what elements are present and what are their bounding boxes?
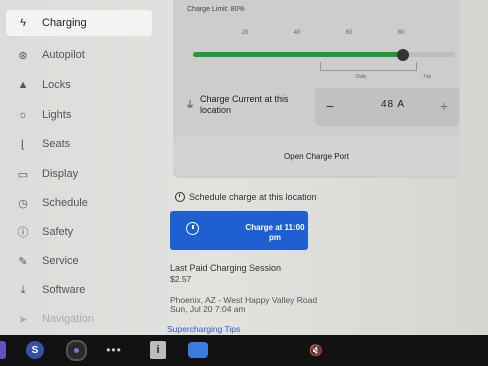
- charge-limit-slider[interactable]: [193, 52, 455, 57]
- navigation-arrow-icon: ➤: [18, 313, 28, 326]
- charge-current-row: ⏚ Charge Current at this location − 48 A…: [183, 88, 459, 130]
- sidebar-item-seats[interactable]: ⌊ Seats: [6, 131, 152, 157]
- tick-label: 80: [397, 30, 405, 36]
- sidebar-item-label: Schedule: [42, 197, 88, 209]
- sidebar-item-label: Lights: [42, 109, 72, 121]
- bolt-icon: ϟ: [20, 17, 26, 29]
- open-charge-port-button[interactable]: Open Charge Port: [173, 137, 460, 175]
- sidebar-item-label: Service: [42, 255, 79, 267]
- sidebar-item-lights[interactable]: ☼ Lights: [6, 102, 152, 128]
- charge-at-label: Charge at 11:00 pm: [245, 223, 305, 242]
- sidebar-item-display[interactable]: ▭ Display: [6, 161, 152, 187]
- owners-manual-icon[interactable]: i: [150, 341, 166, 359]
- sun-icon: ☼: [17, 109, 29, 121]
- sidebar-item-safety[interactable]: ⓘ Safety: [6, 219, 152, 245]
- daily-label: Daily: [355, 74, 367, 80]
- daily-range-bracket: [320, 62, 417, 71]
- wrench-icon: ✎: [18, 255, 28, 268]
- charge-at-button[interactable]: Charge at 11:00 pm: [170, 211, 308, 250]
- camera-icon[interactable]: [66, 340, 87, 361]
- plug-icon: ⏚: [185, 100, 195, 111]
- sidebar-item-navigation[interactable]: ➤ Navigation: [6, 306, 152, 332]
- charge-settings-card: Charge Limit: 80% 20 40 60 80 Daily Trip…: [173, 0, 460, 178]
- charge-current-value: 48 A: [380, 99, 406, 110]
- sidebar-item-locks[interactable]: ▲ Locks: [6, 72, 152, 98]
- charge-current-label: Charge Current at this location: [200, 94, 289, 115]
- increase-current-button[interactable]: +: [435, 97, 453, 115]
- sidebar-item-label: Safety: [42, 226, 74, 238]
- clock-icon: [175, 192, 185, 202]
- info-circle-icon: ⓘ: [17, 227, 29, 239]
- sidebar-item-schedule[interactable]: ◷ Schedule: [6, 190, 152, 216]
- sidebar-item-label: Charging: [42, 17, 87, 29]
- sidebar-item-label: Locks: [42, 79, 71, 91]
- sidebar-item-service[interactable]: ✎ Service: [6, 248, 152, 274]
- schedule-charge-label: Schedule charge at this location: [189, 192, 317, 202]
- sidebar-item-label: Seats: [42, 138, 71, 150]
- app-edge-icon[interactable]: [0, 341, 6, 359]
- schedule-charge-option[interactable]: Schedule charge at this location: [175, 192, 317, 202]
- volume-muted-icon[interactable]: 🔇: [305, 340, 327, 360]
- messages-icon[interactable]: [188, 342, 208, 358]
- sidebar-item-software[interactable]: ⤓ Software: [6, 277, 152, 303]
- tick-label: 40: [293, 30, 301, 36]
- steering-wheel-icon: ⊛: [18, 49, 28, 62]
- lock-icon: ▲: [17, 79, 29, 91]
- sidebar-item-label: Software: [42, 284, 86, 296]
- sidebar-item-label: Navigation: [42, 313, 94, 325]
- sidebar-item-autopilot[interactable]: ⊛ Autopilot: [6, 42, 152, 68]
- charge-limit-label: Charge Limit: 80%: [187, 6, 245, 13]
- last-session-time: Sun, Jul 20 7:04 am: [170, 304, 246, 314]
- decrease-current-button[interactable]: −: [321, 97, 339, 115]
- last-session-title: Last Paid Charging Session: [170, 263, 282, 273]
- charge-limit-fill: [193, 52, 403, 57]
- more-apps-icon[interactable]: •••: [104, 340, 124, 360]
- download-icon: ⤓: [20, 283, 26, 296]
- clock-icon: [186, 222, 199, 235]
- sidebar-item-label: Autopilot: [42, 49, 85, 61]
- sidebar-item-charging[interactable]: ϟ Charging: [6, 10, 152, 36]
- display-icon: ▭: [17, 168, 29, 181]
- seat-icon: ⌊: [20, 138, 26, 151]
- sidebar-item-label: Display: [42, 168, 79, 180]
- tick-label: 60: [345, 30, 353, 36]
- charging-screen: ϟ Charging ⊛ Autopilot ▲ Locks ☼ Lights …: [0, 0, 488, 335]
- tick-label: 20: [241, 30, 249, 36]
- supercharging-tips-link[interactable]: Supercharging Tips: [167, 324, 240, 334]
- charge-limit-handle[interactable]: [397, 49, 409, 61]
- alarm-clock-icon: ◷: [18, 197, 28, 210]
- trip-label: Trip: [422, 74, 432, 80]
- settings-sidebar: ϟ Charging ⊛ Autopilot ▲ Locks ☼ Lights …: [0, 0, 165, 335]
- last-session-price: $2.57: [170, 274, 192, 284]
- taskbar: S ••• i 🔇: [0, 335, 488, 366]
- charge-current-stepper: − 48 A +: [315, 88, 459, 126]
- app-s-icon[interactable]: S: [26, 341, 44, 359]
